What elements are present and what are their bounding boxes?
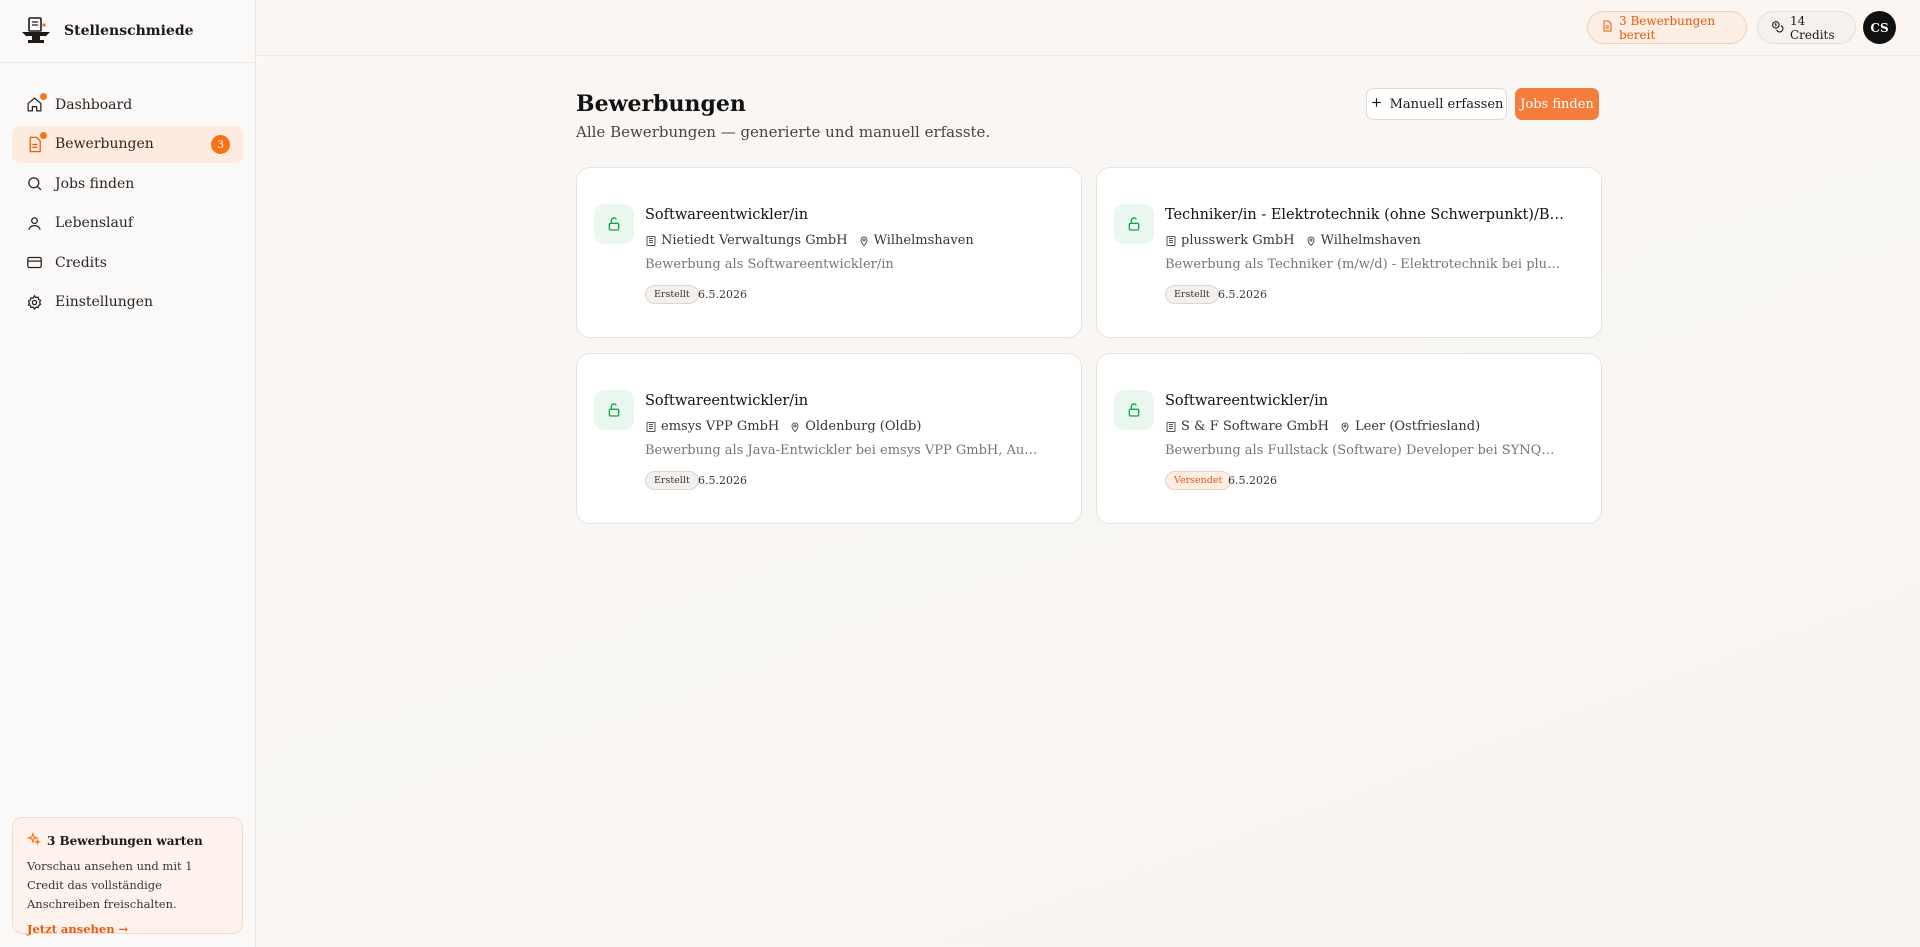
sidebar-item-dashboard[interactable]: Dashboard (12, 86, 243, 123)
status-badge: Erstellt (645, 285, 699, 304)
unlock-icon (594, 390, 634, 430)
sidebar-item-label: Lebenslauf (55, 215, 134, 231)
plus-icon (1370, 96, 1383, 113)
sidebar-item-label: Credits (55, 254, 107, 271)
credit-card-icon (25, 254, 43, 272)
promo-text: Vorschau ansehen und mit 1 Credit das vo… (27, 859, 193, 911)
card-title: Techniker/in - Elektrotechnik (ohne Schw… (1165, 207, 1565, 223)
unlock-icon (1114, 204, 1154, 244)
building-icon (645, 235, 657, 247)
sidebar-item-einstellungen[interactable]: Einstellungen (12, 284, 243, 321)
promo-title: 3 Bewerbungen warten (26, 831, 228, 849)
credits-pill[interactable]: 14 Credits (1757, 11, 1856, 44)
brand[interactable]: Stellenschmiede (0, 0, 255, 63)
ready-pill-label: 3 Bewerbungen bereit (1619, 13, 1716, 42)
coins-icon (1771, 20, 1784, 36)
manual-add-button[interactable]: Manuell erfassen (1366, 88, 1507, 120)
card-title: Softwareentwickler/in (1165, 393, 1329, 409)
application-card[interactable]: Softwareentwickler/in Nietiedt Verwaltun… (576, 167, 1082, 338)
sidebar-item-bewerbungen[interactable]: Bewerbungen 3 (12, 125, 243, 163)
sidebar: Stellenschmiede Dashboard Bewerbungen 3 … (0, 0, 256, 947)
card-company: Nietiedt Verwaltungs GmbH (661, 233, 848, 248)
card-location: Leer (Ostfriesland) (1354, 419, 1481, 434)
card-location: Wilhelmshaven (873, 233, 974, 248)
sidebar-nav: Dashboard Bewerbungen 3 Jobs finden Lebe… (0, 63, 255, 321)
anvil-logo-icon (20, 16, 54, 46)
page-title: Bewerbungen (576, 91, 746, 117)
sidebar-item-credits[interactable]: Credits (12, 244, 243, 281)
sidebar-item-lebenslauf[interactable]: Lebenslauf (12, 205, 243, 242)
status-badge: Erstellt (645, 471, 699, 490)
map-pin-icon (1305, 235, 1317, 247)
building-icon (1165, 421, 1177, 433)
card-description: Bewerbung als Java-Entwickler bei emsys … (645, 443, 1041, 458)
home-icon (25, 92, 47, 114)
unlock-icon (1114, 390, 1154, 430)
card-meta: S & F Software GmbH Leer (Ostfriesland) (1165, 419, 1480, 434)
ready-applications-pill[interactable]: 3 Bewerbungen bereit (1587, 11, 1747, 44)
document-icon (1601, 20, 1613, 35)
notification-dot (40, 132, 47, 139)
sidebar-item-label: Jobs finden (55, 175, 135, 192)
application-card[interactable]: Techniker/in - Elektrotechnik (ohne Schw… (1096, 167, 1602, 338)
card-meta: emsys VPP GmbH Oldenburg (Oldb) (645, 419, 921, 434)
building-icon (645, 421, 657, 433)
sparkles-icon (26, 831, 41, 849)
application-card[interactable]: Softwareentwickler/in emsys VPP GmbH Old… (576, 353, 1082, 524)
main-content: Bewerbungen Alle Bewerbungen — generiert… (257, 57, 1920, 947)
card-description: Bewerbung als Techniker (m/w/d) - Elektr… (1165, 257, 1561, 272)
search-icon (25, 175, 43, 193)
building-icon (1165, 235, 1177, 247)
credits-pill-label: 14 Credits (1790, 13, 1835, 42)
pending-applications-promo: 3 Bewerbungen warten Vorschau ansehen un… (12, 817, 243, 936)
status-badge: Versendet (1165, 471, 1232, 490)
promo-title-text: 3 Bewerbungen warten (47, 833, 203, 848)
find-jobs-button[interactable]: Jobs finden (1515, 88, 1599, 120)
count-badge: 3 (211, 134, 230, 154)
map-pin-icon (858, 235, 870, 247)
card-company: S & F Software GmbH (1181, 419, 1329, 434)
card-date: 6.5.2026 (1228, 474, 1277, 487)
card-title: Softwareentwickler/in (645, 393, 809, 409)
card-meta: plusswerk GmbH Wilhelmshaven (1165, 233, 1421, 248)
card-company: emsys VPP GmbH (661, 419, 780, 434)
card-description: Bewerbung als Softwareentwickler/in (645, 257, 894, 272)
promo-link[interactable]: Jetzt ansehen → (27, 922, 228, 936)
sidebar-item-label: Dashboard (55, 96, 133, 113)
document-icon (25, 132, 47, 153)
page-subtitle: Alle Bewerbungen — generierte und manuel… (576, 123, 991, 141)
user-icon (25, 214, 43, 232)
card-description: Bewerbung als Fullstack (Software) Devel… (1165, 443, 1561, 458)
card-meta: Nietiedt Verwaltungs GmbH Wilhelmshaven (645, 233, 974, 248)
card-location: Wilhelmshaven (1320, 233, 1421, 248)
card-date: 6.5.2026 (698, 288, 747, 301)
sidebar-item-label: Einstellungen (55, 294, 154, 310)
application-card[interactable]: Softwareentwickler/in S & F Software Gmb… (1096, 353, 1602, 524)
brand-name: Stellenschmiede (64, 23, 194, 39)
sidebar-item-label: Bewerbungen (55, 136, 154, 152)
card-date: 6.5.2026 (1218, 288, 1267, 301)
avatar[interactable]: CS (1863, 11, 1896, 44)
topbar: 3 Bewerbungen bereit 14 Credits CS (257, 0, 1920, 56)
status-badge: Erstellt (1165, 285, 1219, 304)
map-pin-icon (789, 421, 801, 433)
card-date: 6.5.2026 (698, 474, 747, 487)
sidebar-item-jobs-finden[interactable]: Jobs finden (12, 165, 243, 202)
manual-add-label: Manuell erfassen (1389, 96, 1504, 112)
card-title: Softwareentwickler/in (645, 207, 809, 223)
notification-dot (40, 92, 47, 100)
card-location: Oldenburg (Oldb) (805, 419, 922, 434)
card-company: plusswerk GmbH (1181, 233, 1295, 248)
unlock-icon (594, 204, 634, 244)
map-pin-icon (1339, 421, 1351, 433)
gear-icon (25, 293, 43, 311)
